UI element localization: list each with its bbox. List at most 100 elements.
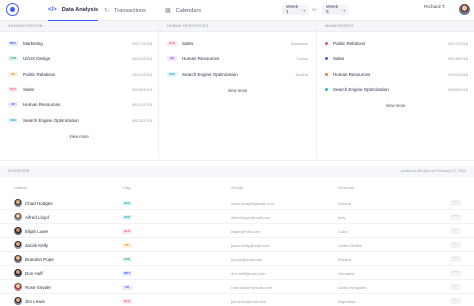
table-row[interactable]: Alfred Lloyd SEO alfred.lloyd@mail.com I…	[0, 210, 474, 224]
view-more-link[interactable]: View more	[317, 103, 474, 108]
table-row[interactable]: Jacob Kelly PR jacob.kelly@mail.com Unit…	[0, 238, 474, 252]
table-row[interactable]: Elijah Lowe SLS elijah@mail.com Cuba ···	[0, 224, 474, 238]
item-location: Turkey	[295, 56, 308, 62]
avatar	[14, 283, 22, 291]
row-actions-button[interactable]: ···	[450, 269, 461, 276]
tab-label: Calendars	[175, 7, 202, 14]
week-a-value: Week 1	[286, 5, 299, 15]
chevron-down-icon: ▾	[303, 7, 306, 13]
row-name: Brandon Pope	[25, 256, 54, 262]
tag-badge: MKT	[8, 41, 18, 47]
tag-badge: SLS	[8, 87, 18, 93]
list-item[interactable]: HR Human Resources 06/01/2018	[0, 97, 158, 112]
table-row[interactable]: Chad Hodges SEO chad.hodges@mail.com Gre…	[0, 196, 474, 210]
app-logo-icon[interactable]	[6, 3, 19, 16]
list-item[interactable]: SEO Search Engine Optimization 08/25/201…	[0, 112, 158, 127]
row-actions-button[interactable]: ···	[450, 283, 461, 290]
item-date: 05/11/2018	[448, 71, 468, 77]
tab-calendars[interactable]: ▦ Calendars	[165, 0, 201, 21]
view-more-link[interactable]: View more	[159, 88, 316, 93]
list-item[interactable]: Human Resources 05/11/2018	[317, 67, 474, 82]
tab-data-analysis[interactable]: </> Data Analysis	[48, 0, 99, 21]
tag-badge: HR	[122, 284, 132, 290]
row-country: Cuba	[338, 228, 348, 234]
item-date: 05/09/2018	[447, 87, 468, 93]
list-item[interactable]: UXD UI/UX Design 05/16/2018	[0, 51, 158, 66]
vs-label: vs	[312, 7, 317, 12]
chevron-down-icon: ▾	[343, 7, 346, 13]
list-item[interactable]: SLS Sales Barbados	[159, 36, 316, 51]
status-dot	[325, 88, 328, 92]
row-actions-button[interactable]: ···	[450, 255, 461, 262]
list-item[interactable]: Search Engine Optimization 05/09/2018	[317, 82, 474, 97]
item-date: 05/16/2018	[447, 56, 468, 62]
row-email: jim.lewis@mail.com	[231, 298, 267, 304]
item-location: Barbados	[290, 41, 308, 47]
row-actions-button[interactable]: ···	[450, 213, 461, 220]
column-header-tag[interactable]: ▿ Tag	[122, 185, 130, 190]
row-actions-button[interactable]: ···	[450, 241, 461, 248]
column-header-name[interactable]: ▿ Name	[14, 185, 27, 190]
avatar	[14, 297, 22, 305]
administration-panel: ADMINISTRATION MKT Marketing 05/17/2018 …	[0, 21, 158, 159]
overview-posted-note: posted at 08:14pm on February 27, 2022	[400, 169, 466, 173]
table-row[interactable]: Brandon Pope UXD bpope@mail.com Finland …	[0, 252, 474, 266]
user-avatar[interactable]	[459, 4, 470, 15]
row-actions-button[interactable]: ···	[450, 297, 461, 304]
item-label: Public Relations	[333, 41, 366, 47]
row-actions-button[interactable]: ···	[450, 227, 461, 234]
row-country: Finland	[338, 256, 352, 262]
avatar	[14, 255, 22, 263]
week-b-select[interactable]: Week 5 ▾	[322, 5, 348, 15]
table-row[interactable]: Don Huff MKT don.huff@mail.com Germany ·…	[0, 266, 474, 280]
list-item[interactable]: PR Public Relations 05/11/2018	[0, 67, 158, 82]
table-row[interactable]: Jim Lewis SLS jim.lewis@mail.com Argenti…	[0, 294, 474, 306]
row-name: Alfred Lloyd	[25, 214, 49, 220]
item-label: UI/UX Design	[23, 56, 51, 62]
list-item[interactable]: HR Human Resources Turkey	[159, 51, 316, 66]
human-resources-panel: HUMAN RESOURCES SLS Sales Barbados HR Hu…	[159, 21, 316, 159]
avatar	[14, 199, 22, 207]
status-dot	[325, 42, 328, 46]
calendar-icon: ▦	[165, 8, 171, 14]
row-email: chad.hodges@mail.com	[231, 200, 274, 206]
table-row[interactable]: Rose Snyder HR rose.snyder@mail.com Unit…	[0, 280, 474, 294]
row-country: Italy	[338, 214, 346, 220]
list-item[interactable]: SEO Search Engine Optimization Austria	[159, 67, 316, 82]
list-item[interactable]: MKT Marketing 05/17/2018	[0, 36, 158, 51]
item-label: Search Engine Optimization	[23, 117, 79, 123]
week-a-select[interactable]: Week 1 ▾	[282, 5, 308, 15]
user-name[interactable]: Richard T.	[424, 5, 446, 10]
row-country: Germany	[338, 270, 355, 276]
tab-transactions[interactable]: ↻ Transactions	[104, 0, 146, 21]
overview-title: OVERVIEW	[8, 169, 30, 173]
row-email: elijah@mail.com	[231, 228, 261, 234]
table-header: ▿ Name ▿ Tag ▿ Email ▿ Country	[0, 185, 474, 193]
tag-badge: MKT	[122, 270, 132, 276]
item-location: Austria	[295, 71, 308, 77]
view-more-link[interactable]: View more	[0, 134, 158, 139]
tag-badge: SEO	[122, 214, 132, 220]
avatar	[14, 241, 22, 249]
panel-header: ADMINISTRATION	[0, 21, 158, 32]
item-label: Search Engine Optimization	[182, 71, 238, 77]
item-label: Sales	[333, 56, 345, 62]
column-header-country[interactable]: ▿ Country	[338, 185, 354, 190]
list-item[interactable]: Public Relations 05/17/2018	[317, 36, 474, 51]
section-divider	[0, 160, 474, 161]
tag-badge: SLS	[122, 228, 132, 234]
tag-badge: SEO	[122, 200, 132, 206]
item-label: Human Resources	[182, 56, 220, 62]
list-item[interactable]: SLS Sales 05/09/2018	[0, 82, 158, 97]
item-label: Search Engine Optimization	[333, 87, 389, 93]
panel-header: MANAGEMENT	[317, 21, 474, 32]
list-item[interactable]: Sales 05/16/2018	[317, 51, 474, 66]
row-name: Chad Hodges	[25, 200, 53, 206]
tag-badge: PR	[8, 71, 18, 77]
column-header-email[interactable]: ▿ Email	[231, 185, 243, 190]
item-label: Human Resources	[333, 71, 371, 77]
row-actions-button[interactable]: ···	[450, 199, 461, 206]
avatar	[14, 213, 22, 221]
row-name: Don Huff	[25, 270, 43, 276]
row-country: United States	[338, 242, 363, 248]
